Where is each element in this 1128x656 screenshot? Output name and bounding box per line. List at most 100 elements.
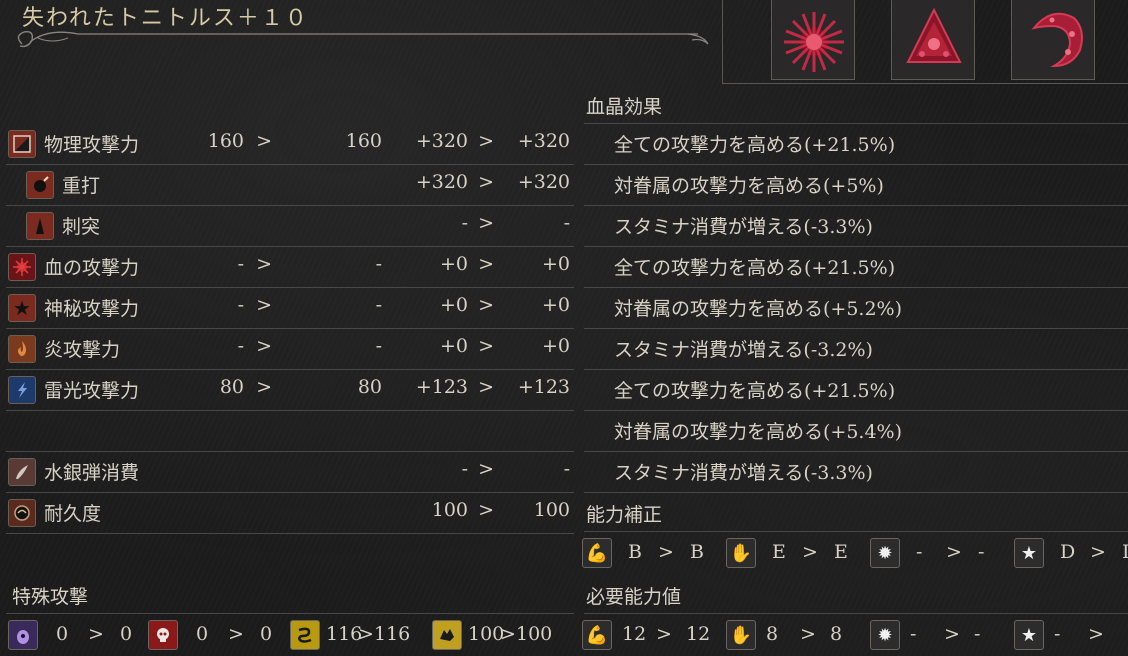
attack-value-a: -: [237, 335, 244, 357]
attack-value-b: -: [375, 335, 382, 357]
effect-text: 対眷属の攻撃力を高める(+5.2%): [614, 298, 903, 320]
attack-value-c-arrow: >: [478, 335, 494, 357]
attack-value-d: +320: [517, 171, 570, 193]
attack-value-d: +0: [541, 253, 570, 275]
bolt-attack-icon: [8, 376, 36, 404]
effect-text: スタミナ消費が増える(-3.3%): [614, 462, 873, 484]
fire-attack-icon: [8, 335, 36, 363]
attack-value-a-arrow: >: [256, 335, 272, 357]
arcane-icon: ★: [1014, 538, 1044, 568]
attack-value-c-arrow: >: [478, 294, 494, 316]
physical-attack-icon: [8, 130, 36, 158]
requirements-to: -: [974, 623, 981, 645]
scaling-to: E: [834, 541, 848, 563]
attack-row-label: 耐久度: [44, 503, 102, 525]
attack-value-d: 100: [533, 499, 570, 521]
attack-value-d: -: [563, 212, 570, 234]
blunt-icon: [26, 171, 54, 199]
attack-value-a-arrow: >: [256, 253, 272, 275]
attack-value-b: 80: [357, 376, 382, 398]
scaling-from: B: [628, 541, 642, 563]
attack-row[interactable]: 炎攻撃力 - > - +0 > +0: [6, 329, 574, 370]
special-attack-to: 0: [260, 623, 273, 645]
blood-gem-effect: 対眷属の攻撃力を高める(+5%): [584, 165, 1128, 206]
special-attack-from: 0: [56, 623, 69, 645]
blood-gem-effect: 全ての攻撃力を高める(+21.5%): [584, 247, 1128, 288]
attack-value-a: 80: [219, 376, 244, 398]
requirements-from: -: [910, 623, 917, 645]
quicksilver-icon: [8, 458, 36, 486]
gem-triangle-icon: [906, 7, 962, 63]
attack-value-c-arrow: >: [478, 130, 494, 152]
scaling-heading-divider: [584, 496, 1128, 532]
scaling-from: -: [916, 541, 923, 563]
attack-value-d: +320: [517, 130, 570, 152]
blood-gem-effect: 対眷属の攻撃力を高める(+5.4%): [584, 411, 1128, 452]
attack-row-label: 刺突: [62, 216, 101, 238]
blood-attack-icon: [8, 253, 36, 281]
attack-row-label: 重打: [62, 175, 101, 197]
attack-row[interactable]: 物理攻撃力 160 >160 +320 > +320: [6, 124, 574, 165]
attack-row-label: 水銀弾消費: [44, 462, 140, 484]
gem-waning-icon: [1031, 12, 1083, 68]
attack-row[interactable]: [6, 411, 574, 452]
attack-value-a: -: [237, 294, 244, 316]
attack-value-c: +0: [439, 335, 468, 357]
strength-icon: 💪: [582, 620, 612, 650]
scaling-to: D: [1122, 541, 1128, 563]
special-attack-to: 116: [374, 623, 411, 645]
scaling-arrow: >: [658, 541, 674, 563]
special-attack-divider: [6, 576, 574, 614]
human-skull-icon: [148, 620, 178, 650]
attack-row-label: 神秘攻撃力: [44, 298, 140, 320]
attack-row-label: 雷光攻撃力: [44, 380, 140, 402]
attack-row[interactable]: ★ 神秘攻撃力 - > - +0 > +0: [6, 288, 574, 329]
effect-text: 全ての攻撃力を高める(+21.5%): [614, 134, 896, 156]
attack-value-a-arrow: >: [256, 376, 272, 398]
serpent-icon: [290, 620, 320, 650]
attack-value-c: +320: [415, 171, 468, 193]
skill-icon: ✋: [726, 538, 756, 568]
attack-row[interactable]: 重打 +320 > +320: [6, 165, 574, 206]
attack-value-c: -: [461, 212, 468, 234]
arcane-icon: ★: [1014, 620, 1044, 650]
attack-row[interactable]: 耐久度 100 >100: [6, 493, 574, 534]
blood-gem-effect: スタミナ消費が増える(-3.3%): [584, 206, 1128, 247]
attack-value-b: -: [375, 294, 382, 316]
strength-icon: 💪: [582, 538, 612, 568]
attack-value-c: +320: [415, 130, 468, 152]
effect-text: スタミナ消費が増える(-3.2%): [614, 339, 873, 361]
arcane-attack-icon: ★: [8, 294, 36, 322]
gem-slot-3[interactable]: [1011, 0, 1095, 80]
requirements-from: 8: [766, 623, 779, 645]
attack-row-label: 炎攻撃力: [44, 339, 121, 361]
attack-value-c-arrow: >: [478, 212, 494, 234]
special-attack-to: 100: [516, 623, 553, 645]
requirements-to: 8: [830, 623, 843, 645]
scaling-arrow: >: [1090, 541, 1106, 563]
special-attack-arrow: >: [500, 623, 516, 645]
scaling-arrow: >: [802, 541, 818, 563]
attack-value-c-arrow: >: [478, 499, 494, 521]
attack-value-c: 100: [431, 499, 468, 521]
special-attack-arrow: >: [88, 623, 104, 645]
attack-value-a: 160: [207, 130, 244, 152]
requirements-arrow: >: [656, 623, 672, 645]
attack-row[interactable]: 刺突 - > -: [6, 206, 574, 247]
gem-slot-1[interactable]: [771, 0, 855, 80]
blood-gem-effect: スタミナ消費が増える(-3.3%): [584, 452, 1128, 493]
blood-gem-effect: 対眷属の攻撃力を高める(+5.2%): [584, 288, 1128, 329]
attack-row[interactable]: 水銀弾消費 - > -: [6, 452, 574, 493]
requirements-from: -: [1054, 623, 1061, 645]
title-ornament: [17, 30, 709, 48]
attack-value-c: +0: [439, 294, 468, 316]
effect-text: 対眷属の攻撃力を高める(+5%): [614, 175, 884, 197]
bloodtinge-icon: ✹: [870, 620, 900, 650]
attack-row[interactable]: 血の攻撃力 - > - +0 > +0: [6, 247, 574, 288]
effect-text: 全ての攻撃力を高める(+21.5%): [614, 380, 896, 402]
gem-slot-2[interactable]: [891, 0, 975, 80]
effect-text: 全ての攻撃力を高める(+21.5%): [614, 257, 896, 279]
effect-text: スタミナ消費が増える(-3.3%): [614, 216, 873, 238]
special-attack-arrow: >: [228, 623, 244, 645]
attack-row[interactable]: 雷光攻撃力 80 >80 +123 > +123: [6, 370, 574, 411]
